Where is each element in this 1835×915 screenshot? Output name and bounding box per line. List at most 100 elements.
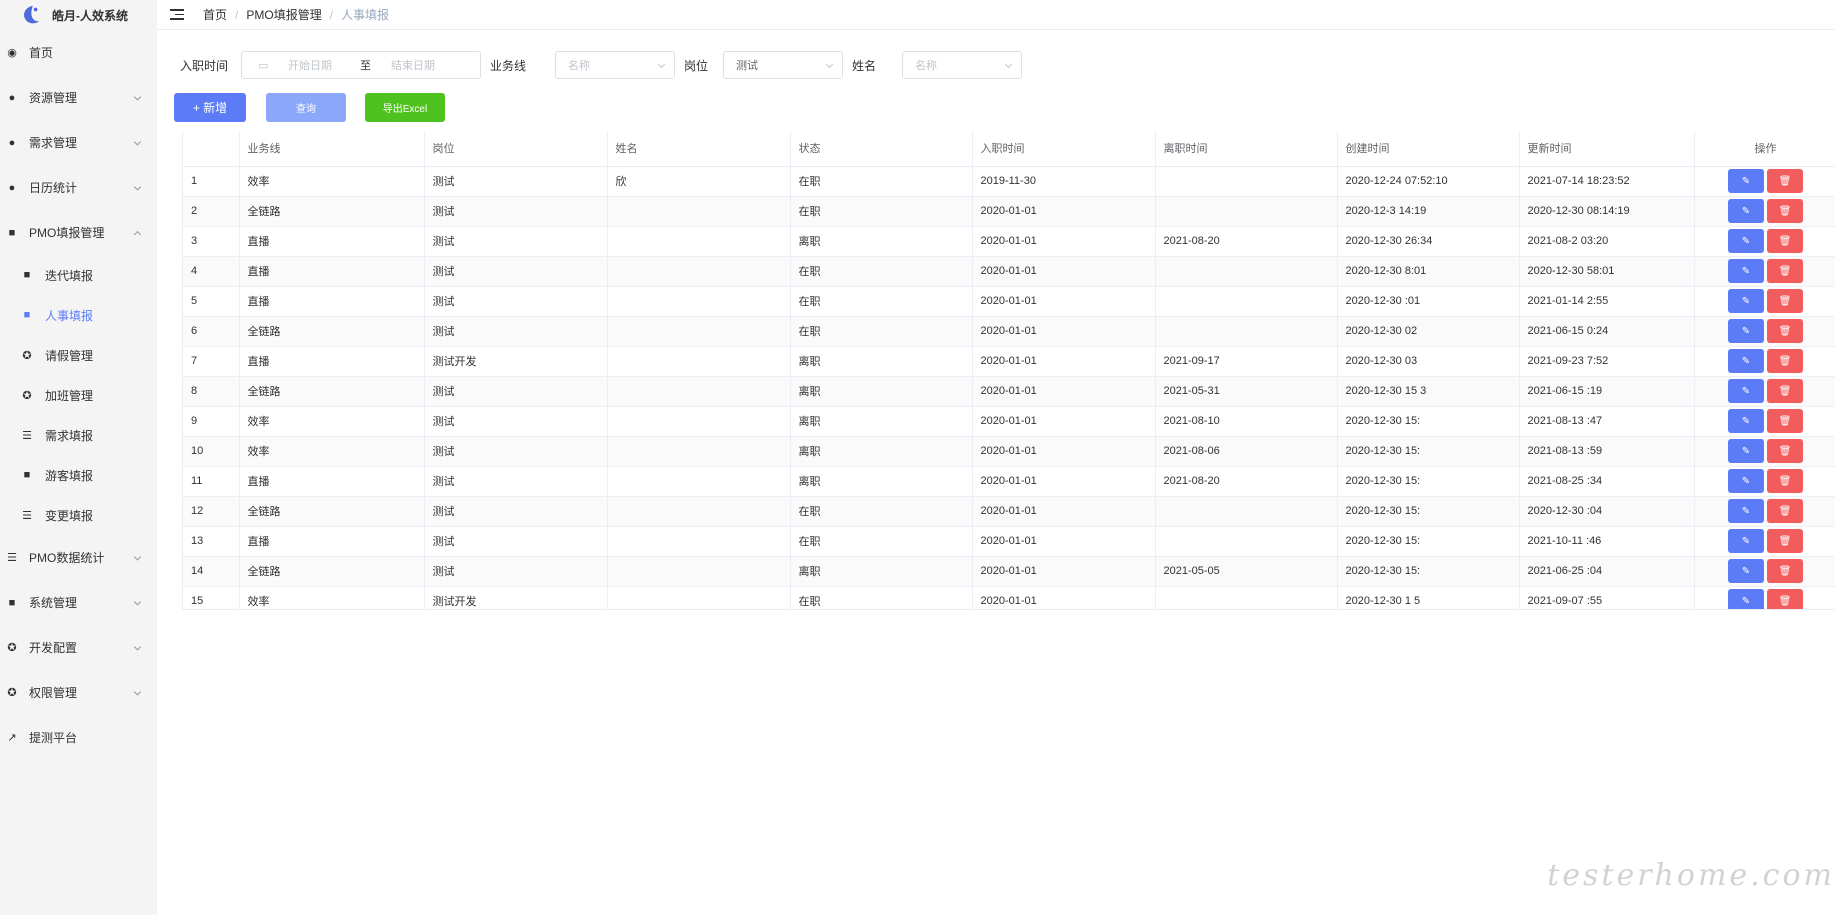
table-row: 15 效率 测试开发 在职 2020-01-01 2020-12-30 1 5 2021-0… — [183, 586, 1835, 609]
column-header: 操作 — [1694, 131, 1835, 167]
business-line-select[interactable]: 名称 — [555, 51, 676, 79]
table-cell: 2020-12-30 15 3 — [1337, 376, 1520, 407]
end-date-placeholder[interactable]: 结束日期 — [391, 57, 435, 73]
row-actions: ✎ 🗑 — [1694, 436, 1835, 467]
delete-button[interactable]: 🗑 — [1767, 499, 1803, 523]
table-cell: 2020-12-30 8:01 — [1337, 256, 1520, 287]
row-actions: ✎ 🗑 — [1694, 316, 1835, 347]
delete-button[interactable]: 🗑 — [1767, 439, 1803, 463]
table-cell: 2020-12-30 1 5 — [1337, 586, 1520, 609]
delete-button[interactable]: 🗑 — [1767, 379, 1803, 403]
menu-toggle-icon[interactable] — [170, 9, 184, 20]
edit-button[interactable]: ✎ — [1728, 499, 1764, 523]
range-separator: 至 — [360, 60, 372, 72]
table-row: 11 直播 测试 离职 2020-01-01 2021-08-20 2020-12-30 1… — [183, 466, 1835, 497]
sidebar-item[interactable]: ■ PMO填报管理 — [0, 210, 157, 255]
sidebar-item[interactable]: ↗ 提测平台 — [0, 715, 157, 760]
table-cell — [1155, 196, 1338, 227]
sidebar-subitem[interactable]: ✪ 请假管理 — [0, 335, 157, 375]
table-cell: 2021-09-07 :55 — [1519, 586, 1695, 609]
edit-button[interactable]: ✎ — [1728, 169, 1764, 193]
table-cell: 测试 — [424, 196, 608, 227]
delete-button[interactable]: 🗑 — [1767, 529, 1803, 553]
edit-button[interactable]: ✎ — [1728, 469, 1764, 493]
sidebar-subitem[interactable]: ✪ 加班管理 — [0, 375, 157, 415]
delete-button[interactable]: 🗑 — [1767, 409, 1803, 433]
position-select[interactable]: 测试 — [723, 51, 844, 79]
edit-button[interactable]: ✎ — [1728, 379, 1764, 403]
breadcrumb-home[interactable]: 首页 — [203, 6, 227, 23]
table-cell: 测试 — [424, 286, 608, 317]
column-header — [183, 131, 240, 167]
delete-button[interactable]: 🗑 — [1767, 169, 1803, 193]
add-button[interactable]: + 新增 — [174, 93, 246, 122]
sidebar-subitem-label: 人事填报 — [45, 308, 94, 323]
row-actions: ✎ 🗑 — [1694, 376, 1835, 407]
table-cell — [607, 466, 791, 497]
name-placeholder: 名称 — [915, 60, 938, 72]
edit-button[interactable]: ✎ — [1728, 199, 1764, 223]
chevron-down-icon — [133, 182, 142, 191]
table-cell: 7 — [183, 346, 240, 377]
business-line-placeholder: 名称 — [568, 60, 591, 72]
edit-button[interactable]: ✎ — [1728, 259, 1764, 283]
sidebar-subitem[interactable]: ■ 人事填报 — [0, 295, 157, 335]
edit-button[interactable]: ✎ — [1728, 529, 1764, 553]
sidebar-item[interactable]: ✪ 开发配置 — [0, 625, 157, 670]
sidebar-item[interactable]: ● 资源管理 — [0, 75, 157, 120]
sidebar-subitem[interactable]: ☰ 需求填报 — [0, 415, 157, 455]
sidebar-subitem[interactable]: ☰ 变更填报 — [0, 495, 157, 535]
delete-button[interactable]: 🗑 — [1767, 589, 1803, 609]
edit-button[interactable]: ✎ — [1728, 439, 1764, 463]
delete-button[interactable]: 🗑 — [1767, 319, 1803, 343]
sidebar-item[interactable]: ● 需求管理 — [0, 120, 157, 165]
delete-button[interactable]: 🗑 — [1767, 559, 1803, 583]
edit-button[interactable]: ✎ — [1728, 409, 1764, 433]
hire-date-range-picker[interactable]: ▭ 开始日期 至 结束日期 — [241, 51, 482, 79]
action-bar: + 新增 查询 导出Excel — [174, 93, 445, 122]
delete-button[interactable]: 🗑 — [1767, 349, 1803, 373]
table-cell — [607, 586, 791, 609]
sidebar-item[interactable]: ☰ PMO数据统计 — [0, 535, 157, 580]
start-date-placeholder[interactable]: 开始日期 — [288, 57, 332, 73]
sidebar-item-label: PMO填报管理 — [29, 226, 105, 240]
chevron-down-icon — [826, 60, 834, 69]
query-button[interactable]: 查询 — [266, 93, 346, 122]
chevron-down-icon — [133, 137, 142, 146]
user-icon: ● — [8, 136, 16, 149]
sidebar-item[interactable]: ● 日历统计 — [0, 165, 157, 210]
edit-button[interactable]: ✎ — [1728, 589, 1764, 609]
sidebar-item-label: 提测平台 — [29, 731, 78, 745]
edit-button[interactable]: ✎ — [1728, 229, 1764, 253]
sidebar-subitem[interactable]: ■ 游客填报 — [0, 455, 157, 495]
sidebar-item[interactable]: ■ 系统管理 — [0, 580, 157, 625]
sidebar-item[interactable]: ◉ 首页 — [0, 30, 157, 75]
sidebar-item[interactable]: ✪ 权限管理 — [0, 670, 157, 715]
edit-button[interactable]: ✎ — [1728, 349, 1764, 373]
app-root: 皓月-人效系统 ◉ 首页 ● 资源管理 ● 需求管理 ● 日历统计 ■ PMO填报管理 ■ 迭代填报 ■… — [0, 0, 1835, 915]
delete-button[interactable]: 🗑 — [1767, 199, 1803, 223]
table-cell: 直播 — [239, 226, 425, 257]
personnel-table: 业务线 岗位 姓名 状态 入职时间 离职时间 创建时间 更新时间 操作 1 效率 测试欣在职 2019… — [182, 131, 1835, 610]
delete-button[interactable]: 🗑 — [1767, 259, 1803, 283]
table-cell: 直播 — [239, 256, 425, 287]
table-cell: 12 — [183, 496, 240, 527]
delete-button[interactable]: 🗑 — [1767, 289, 1803, 313]
table-cell: 2020-12-30 15: — [1337, 526, 1520, 557]
breadcrumb-pmo[interactable]: PMO填报管理 — [246, 6, 321, 23]
delete-button[interactable]: 🗑 — [1767, 229, 1803, 253]
edit-button[interactable]: ✎ — [1728, 289, 1764, 313]
sidebar-subitem[interactable]: ■ 迭代填报 — [0, 255, 157, 295]
edit-button[interactable]: ✎ — [1728, 559, 1764, 583]
table-cell: 2020-01-01 — [972, 556, 1156, 587]
column-header: 更新时间 — [1519, 131, 1695, 167]
table-cell: 2 — [183, 196, 240, 227]
table-cell: 离职 — [790, 436, 973, 467]
name-select[interactable]: 名称 — [902, 51, 1023, 79]
delete-button[interactable]: 🗑 — [1767, 469, 1803, 493]
table-cell: 5 — [183, 286, 240, 317]
edit-button[interactable]: ✎ — [1728, 319, 1764, 343]
table-cell: 全链路 — [239, 496, 425, 527]
chevron-down-icon — [657, 60, 666, 69]
export-excel-button[interactable]: 导出Excel — [365, 93, 445, 122]
